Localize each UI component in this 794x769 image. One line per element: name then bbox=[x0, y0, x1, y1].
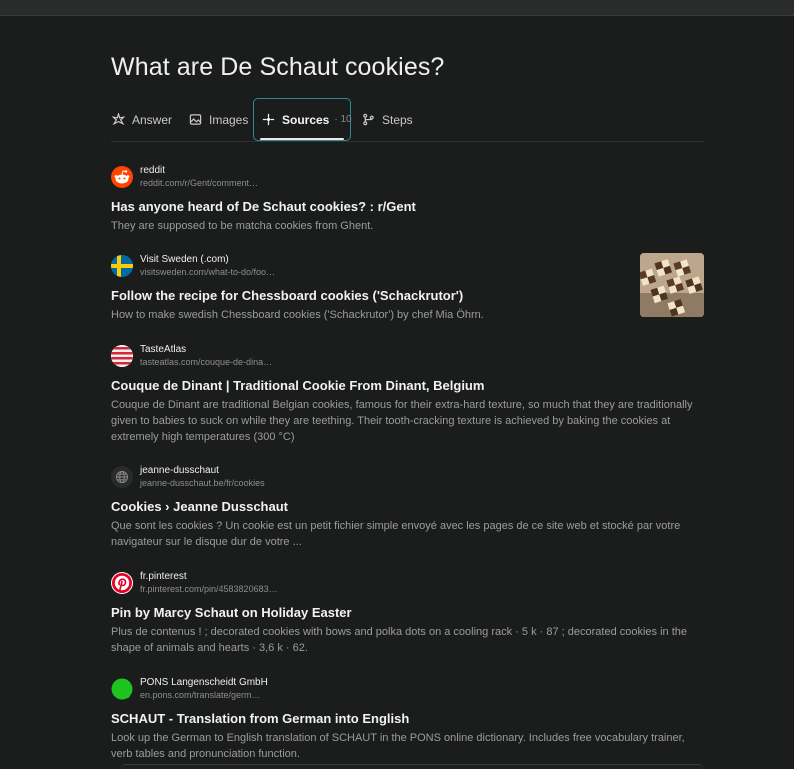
chessboard-cookies-thumbnail[interactable] bbox=[640, 253, 704, 317]
result-snippet: How to make swedish Chessboard cookies (… bbox=[111, 309, 484, 321]
pinterest-icon bbox=[111, 572, 133, 594]
answer-icon bbox=[111, 113, 125, 127]
list-item[interactable]: jeanne-dusschaut jeanne-dusschaut.be/fr/… bbox=[111, 465, 704, 550]
source-url[interactable]: fr.pinterest.com/pin/4583820683… bbox=[140, 584, 278, 594]
source-name: fr.pinterest bbox=[140, 571, 187, 582]
pons-icon bbox=[111, 678, 133, 700]
result-snippet: Plus de contenus ! ; decorated cookies w… bbox=[111, 626, 688, 654]
tab-answer-label: Answer bbox=[132, 112, 173, 127]
browser-top-bar bbox=[0, 0, 794, 16]
result-title[interactable]: Cookies › Jeanne Dusschaut bbox=[111, 499, 704, 514]
page-title: What are De Schaut cookies? bbox=[111, 53, 445, 81]
list-item[interactable]: TasteAtlas tasteatlas.com/couque-de-dina… bbox=[111, 344, 704, 445]
source-url[interactable]: reddit.com/r/Gent/comment… bbox=[140, 178, 258, 188]
result-snippet: Couque de Dinant are traditional Belgian… bbox=[111, 399, 693, 443]
source-url[interactable]: visitsweden.com/what-to-do/foo… bbox=[140, 267, 275, 277]
result-snippet: Look up the German to English translatio… bbox=[111, 732, 685, 760]
globe-icon bbox=[111, 466, 133, 488]
result-snippet: Que sont les cookies ? Un cookie est un … bbox=[111, 520, 681, 548]
tab-answer[interactable]: Answer bbox=[111, 98, 172, 141]
image-icon bbox=[188, 113, 202, 127]
tab-steps[interactable]: Steps bbox=[361, 98, 413, 141]
source-name: Visit Sweden (.com) bbox=[140, 254, 229, 265]
tab-images[interactable]: Images bbox=[188, 98, 248, 141]
tab-steps-label: Steps bbox=[382, 112, 413, 127]
reddit-icon bbox=[111, 166, 133, 188]
source-name: reddit bbox=[140, 165, 166, 176]
list-item[interactable]: fr.pinterest fr.pinterest.com/pin/458382… bbox=[111, 571, 704, 656]
source-name: jeanne-dusschaut bbox=[140, 465, 219, 476]
result-snippet: They are supposed to be matcha cookies f… bbox=[111, 220, 374, 232]
source-row: fr.pinterest fr.pinterest.com/pin/458382… bbox=[111, 571, 704, 597]
sweden-flag-icon bbox=[111, 255, 133, 277]
source-name: PONS Langenscheidt GmbH bbox=[140, 677, 268, 688]
bottom-panel-edge bbox=[120, 764, 704, 769]
tab-images-label: Images bbox=[209, 112, 249, 127]
list-item[interactable]: PONS Langenscheidt GmbH en.pons.com/tran… bbox=[111, 677, 704, 762]
active-tab-indicator bbox=[260, 138, 344, 140]
source-url[interactable]: jeanne-dusschaut.be/fr/cookies bbox=[140, 478, 265, 488]
source-url[interactable]: tasteatlas.com/couque-de-dina… bbox=[140, 357, 272, 367]
sources-count: · 10 bbox=[334, 114, 352, 125]
tab-sources[interactable]: Sources · 10 bbox=[253, 98, 352, 141]
result-title[interactable]: Couque de Dinant | Traditional Cookie Fr… bbox=[111, 378, 704, 393]
tasteatlas-icon bbox=[111, 345, 133, 367]
source-row: jeanne-dusschaut jeanne-dusschaut.be/fr/… bbox=[111, 465, 704, 491]
list-item[interactable]: reddit reddit.com/r/Gent/comment… Has an… bbox=[111, 165, 704, 234]
source-row: Visit Sweden (.com) visitsweden.com/what… bbox=[111, 254, 704, 280]
source-row: reddit reddit.com/r/Gent/comment… bbox=[111, 165, 704, 191]
list-item[interactable]: Visit Sweden (.com) visitsweden.com/what… bbox=[111, 253, 704, 323]
tab-sources-label: Sources bbox=[282, 112, 330, 127]
result-title[interactable]: Pin by Marcy Schaut on Holiday Easter bbox=[111, 605, 704, 620]
result-title[interactable]: Has anyone heard of De Schaut cookies? :… bbox=[111, 199, 704, 214]
source-row: TasteAtlas tasteatlas.com/couque-de-dina… bbox=[111, 344, 704, 370]
source-url[interactable]: en.pons.com/translate/germ… bbox=[140, 690, 261, 700]
sources-icon bbox=[262, 113, 275, 127]
source-row: PONS Langenscheidt GmbH en.pons.com/tran… bbox=[111, 677, 704, 703]
tab-bar: Answer Images Sources · 10 Steps bbox=[111, 98, 704, 142]
source-name: TasteAtlas bbox=[140, 344, 187, 355]
steps-icon bbox=[361, 113, 375, 127]
result-title[interactable]: SCHAUT - Translation from German into En… bbox=[111, 711, 704, 726]
result-title[interactable]: Follow the recipe for Chessboard cookies… bbox=[111, 288, 704, 303]
